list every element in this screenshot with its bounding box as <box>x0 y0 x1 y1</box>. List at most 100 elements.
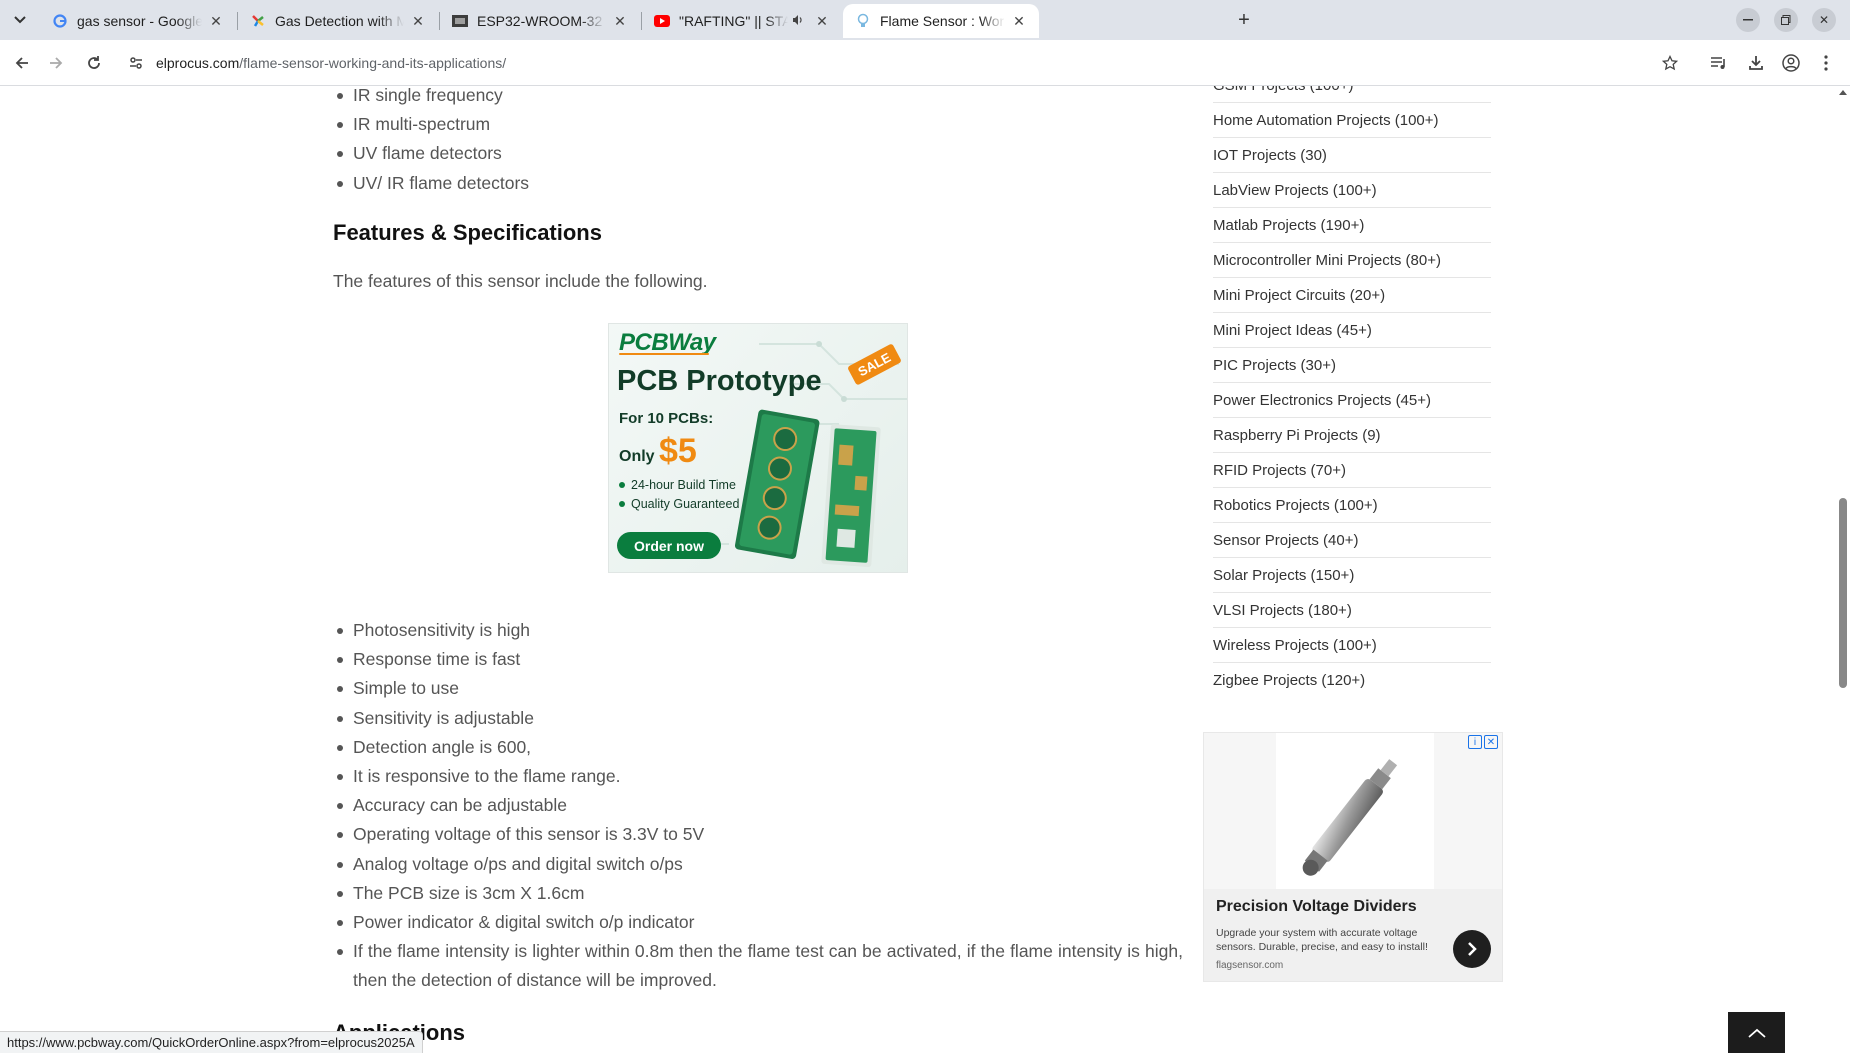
bullet-dot-icon <box>619 482 625 488</box>
ad-domain: flagsensor.com <box>1216 960 1284 971</box>
order-now-button[interactable]: Order now <box>617 532 721 559</box>
page-scrollbar[interactable] <box>1836 86 1850 1053</box>
tab-google-search[interactable]: gas sensor - Google Search ✕ <box>40 4 236 38</box>
reload-icon[interactable] <box>82 51 106 75</box>
close-tab-icon[interactable]: ✕ <box>208 13 224 29</box>
forward-icon[interactable] <box>44 51 68 75</box>
bullet-dot-icon <box>619 501 625 507</box>
list-item: Simple to use <box>333 674 1183 703</box>
list-item: IR multi-spectrum <box>333 110 529 139</box>
ad-close-icon[interactable]: ✕ <box>1484 735 1498 749</box>
bookmark-star-icon[interactable] <box>1658 51 1682 75</box>
page-content: IR single frequency IR multi-spectrum UV… <box>0 86 1836 1053</box>
media-controls-icon[interactable] <box>1707 51 1731 75</box>
features-list: Photosensitivity is high Response time i… <box>333 616 1183 996</box>
sidebar-category-link[interactable]: Mini Project Circuits (20+) <box>1213 278 1491 313</box>
close-tab-icon[interactable]: ✕ <box>814 13 830 29</box>
tab-title: gas sensor - Google Search <box>77 13 202 29</box>
tab-search-icon[interactable] <box>8 8 32 32</box>
list-item: UV flame detectors <box>333 139 529 168</box>
detector-types-list: IR single frequency IR multi-spectrum UV… <box>333 86 529 198</box>
speaker-icon[interactable] <box>792 14 808 29</box>
close-tab-icon[interactable]: ✕ <box>612 13 628 29</box>
url-path: /flame-sensor-working-and-its-applicatio… <box>239 55 507 71</box>
sidebar-category-link[interactable]: Zigbee Projects (120+) <box>1213 663 1491 698</box>
list-item: Accuracy can be adjustable <box>333 791 1183 820</box>
tab-flame-sensor[interactable]: Flame Sensor : Working, Types ✕ <box>843 4 1039 38</box>
site-info-icon[interactable] <box>128 55 144 71</box>
list-item: Analog voltage o/ps and digital switch o… <box>333 850 1183 879</box>
ad-headline: PCB Prototype <box>617 365 822 397</box>
ad-info-icon[interactable]: i <box>1468 735 1482 749</box>
list-item: Response time is fast <box>333 645 1183 674</box>
ad-bullet-text: Quality Guaranteed <box>631 497 740 511</box>
tab-youtube-rafting[interactable]: "RAFTING" || STAND UP ✕ <box>642 4 842 38</box>
sidebar-category-link[interactable]: Sensor Projects (40+) <box>1213 523 1491 558</box>
restore-icon[interactable] <box>1774 8 1798 32</box>
back-to-top-button[interactable] <box>1728 1012 1785 1053</box>
list-item: The PCB size is 3cm X 1.6cm <box>333 879 1183 908</box>
ad-price: $5 <box>659 432 697 470</box>
tab-title: Gas Detection with MQ Sensor <box>275 13 404 29</box>
sidebar-category-link[interactable]: Home Automation Projects (100+) <box>1213 103 1491 138</box>
back-icon[interactable] <box>10 51 34 75</box>
tab-title: "RAFTING" || STAND UP <box>679 13 788 29</box>
sidebar-category-link[interactable]: IOT Projects (30) <box>1213 138 1491 173</box>
pcbway-ad[interactable]: PCBWay PCB Prototype SALE For 10 PCBs: O… <box>608 323 908 573</box>
scroll-up-icon[interactable] <box>1839 90 1847 95</box>
sidebar-category-link[interactable]: Mini Project Ideas (45+) <box>1213 313 1491 348</box>
board-icon <box>452 13 468 29</box>
list-item: IR single frequency <box>333 86 529 110</box>
ad-bullet: 24-hour Build Time <box>619 478 736 492</box>
download-icon[interactable] <box>1744 51 1768 75</box>
list-item: Sensitivity is adjustable <box>333 704 1183 733</box>
ad-choices[interactable]: i ✕ <box>1468 735 1498 749</box>
sidebar-category-link[interactable]: Microcontroller Mini Projects (80+) <box>1213 243 1491 278</box>
close-tab-icon[interactable]: ✕ <box>410 13 426 29</box>
sidebar-category-link[interactable]: Solar Projects (150+) <box>1213 558 1491 593</box>
sidebar-category-link[interactable]: Matlab Projects (190+) <box>1213 208 1491 243</box>
url-text: elprocus.com/flame-sensor-working-and-it… <box>156 55 506 71</box>
sidebar-category-link[interactable]: Raspberry Pi Projects (9) <box>1213 418 1491 453</box>
logo-underline <box>619 353 709 355</box>
google-icon <box>52 13 68 29</box>
ad-description: Upgrade your system with accurate voltag… <box>1216 927 1428 953</box>
ad-only-text: Only <box>619 448 655 465</box>
scrollbar-thumb[interactable] <box>1839 498 1847 688</box>
sidebar-category-link[interactable]: VLSI Projects (180+) <box>1213 593 1491 628</box>
list-item: Operating voltage of this sensor is 3.3V… <box>333 820 1183 849</box>
sidebar-category-link[interactable]: LabView Projects (100+) <box>1213 173 1491 208</box>
tab-title: Flame Sensor : Working, Types <box>880 13 1005 29</box>
list-item: It is responsive to the flame range. <box>333 762 1183 791</box>
sidebar-category-link[interactable]: Wireless Projects (100+) <box>1213 628 1491 663</box>
close-window-icon[interactable]: ✕ <box>1812 8 1836 32</box>
minimize-icon[interactable] <box>1736 8 1760 32</box>
intro-paragraph: The features of this sensor include the … <box>333 271 708 291</box>
tab-gas-detection[interactable]: Gas Detection with MQ Sensor ✕ <box>238 4 438 38</box>
section-heading: Features & Specifications <box>333 220 602 245</box>
address-bar[interactable]: elprocus.com/flame-sensor-working-and-it… <box>120 46 1680 80</box>
sidebar-category-link[interactable]: PIC Projects (30+) <box>1213 348 1491 383</box>
list-item: UV/ IR flame detectors <box>333 169 529 198</box>
ad-bullet: Quality Guaranteed <box>619 497 739 511</box>
sidebar-category-link[interactable]: GSM Projects (100+) <box>1213 86 1491 103</box>
new-tab-icon[interactable]: + <box>1232 8 1256 32</box>
list-item: If the flame intensity is lighter within… <box>333 937 1183 995</box>
sidebar-category-link[interactable]: RFID Projects (70+) <box>1213 453 1491 488</box>
voltage-divider-ad[interactable]: i ✕ Precision Voltage Dividers Upgrade y… <box>1203 732 1503 982</box>
url-domain: elprocus.com <box>156 55 240 71</box>
list-item: Power indicator & digital switch o/p ind… <box>333 908 1183 937</box>
pinwheel-icon <box>250 13 266 29</box>
ad-arrow-button[interactable] <box>1453 930 1491 968</box>
profile-icon[interactable] <box>1779 51 1803 75</box>
sidebar-category-link[interactable]: Robotics Projects (100+) <box>1213 488 1491 523</box>
bulb-icon <box>855 13 871 29</box>
voltage-probe-image <box>1302 759 1398 876</box>
ad-bullet-text: 24-hour Build Time <box>631 478 736 492</box>
close-tab-icon[interactable]: ✕ <box>1011 13 1027 29</box>
ad-image-panel <box>1276 733 1434 889</box>
menu-dots-icon[interactable] <box>1814 51 1838 75</box>
browser-toolbar: elprocus.com/flame-sensor-working-and-it… <box>0 40 1850 86</box>
tab-esp32[interactable]: ESP32-WROOM-32 (ESP-WROOM-32) ✕ <box>440 4 640 38</box>
sidebar-category-link[interactable]: Power Electronics Projects (45+) <box>1213 383 1491 418</box>
